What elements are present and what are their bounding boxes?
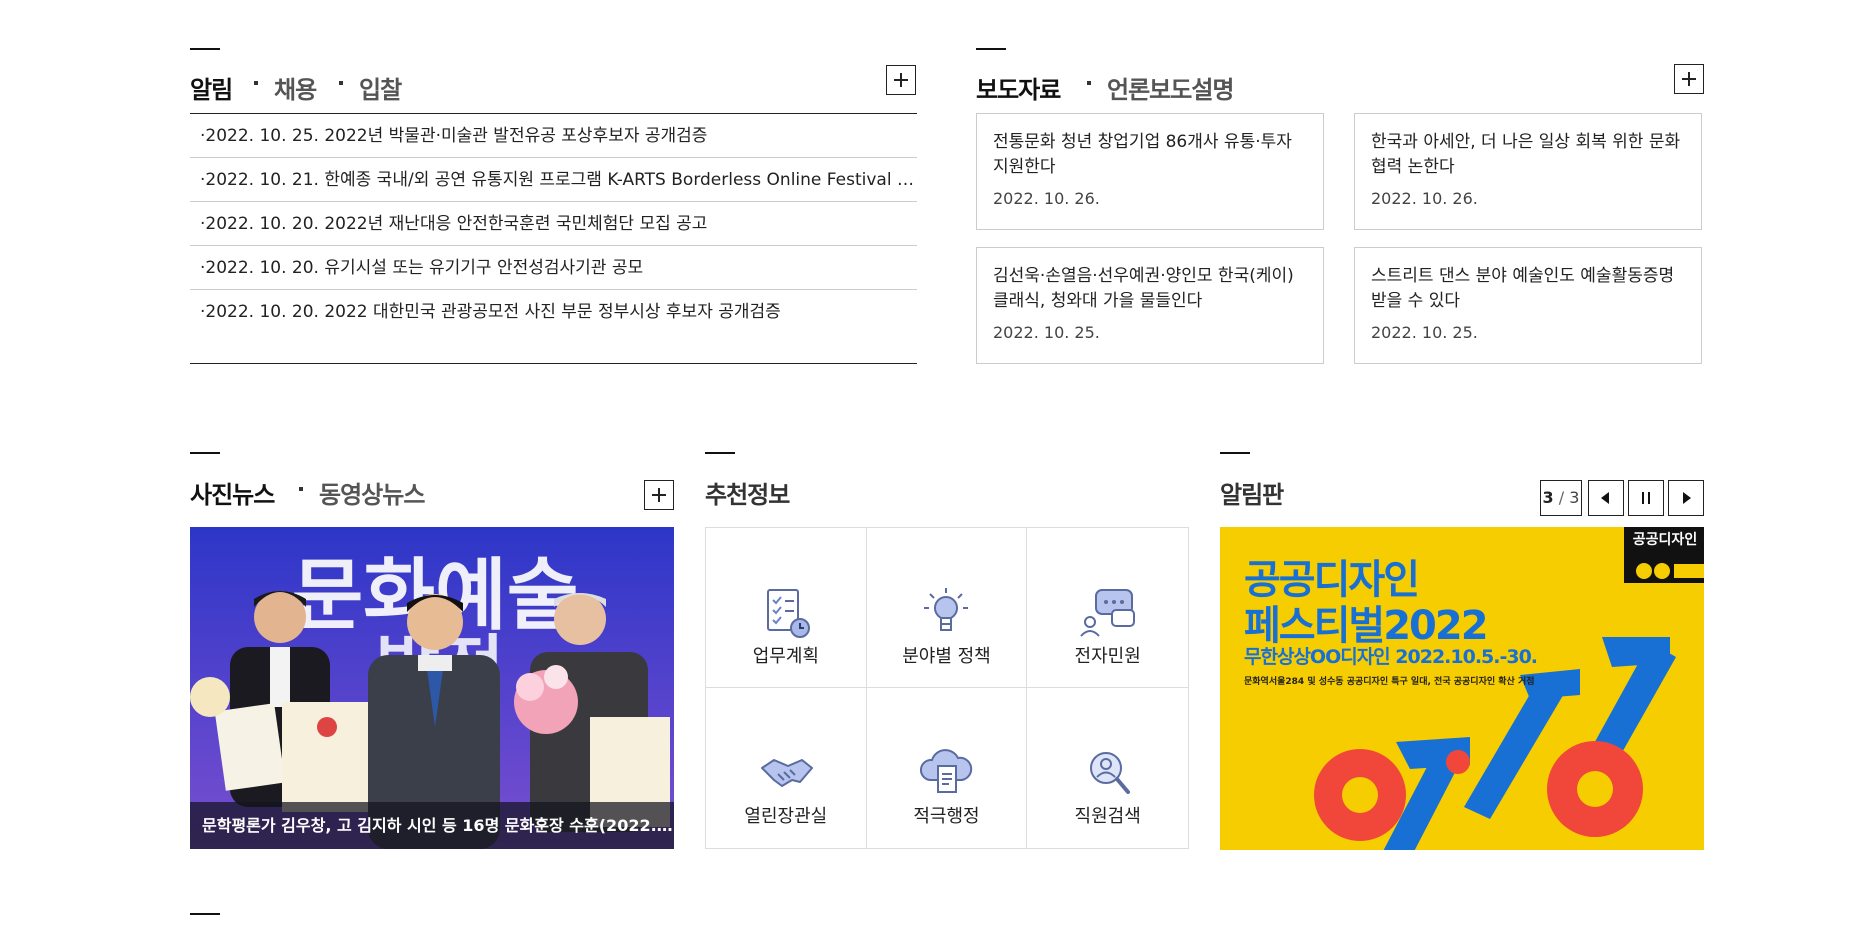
recommend-title: 추천정보	[705, 481, 790, 509]
pause-slide-button[interactable]	[1628, 480, 1664, 516]
tab-press-explanation[interactable]: 언론보도설명	[1107, 70, 1234, 105]
press-card-date: 2022. 10. 26.	[993, 189, 1100, 208]
press-card-title: 한국과 아세안, 더 나은 일상 회복 위한 문화협력 논한다	[1371, 132, 1681, 177]
recommend-item-label: 적극행정	[913, 806, 980, 827]
photo-more-button[interactable]	[644, 480, 674, 510]
press-more-button[interactable]	[1674, 64, 1704, 94]
cloud-document-icon	[920, 749, 973, 793]
notice-list: ·2022. 10. 25. 2022년 박물관·미술관 발전유공 포상후보자 …	[190, 113, 917, 364]
notice-item[interactable]: ·2022. 10. 21. 한예종 국내/외 공연 유통지원 프로그램 K-A…	[190, 158, 917, 202]
pause-icon	[1642, 492, 1650, 504]
board-title: 알림판	[1220, 481, 1284, 509]
recommend-item-staff-search[interactable]: 직원검색	[1027, 688, 1188, 848]
recommend-item-label: 분야별 정책	[902, 646, 991, 667]
press-card[interactable]: 스트리트 댄스 분야 예술인도 예술활동증명 받을 수 있다 2022. 10.…	[1354, 247, 1702, 364]
photo-news-image[interactable]: 문화예술 발전 문학평론가 김우창, 고 김지하 시인 등 16명 문화훈장 수…	[190, 527, 674, 849]
banner-detail: 문화역서울284 및 성수동 공공디자인 특구 일대, 전국 공공디자인 확산 …	[1244, 677, 1535, 687]
press-card-date: 2022. 10. 25.	[993, 323, 1100, 342]
notice-item[interactable]: ·2022. 10. 25. 2022년 박물관·미술관 발전유공 포상후보자 …	[190, 114, 917, 158]
slide-pager: 3 / 3	[1540, 480, 1582, 516]
triangle-left-icon	[1601, 492, 1609, 504]
tab-separator	[299, 487, 303, 491]
recommend-item-label: 업무계획	[752, 646, 819, 667]
lightbulb-icon	[924, 588, 969, 631]
recommend-item-proactive-admin[interactable]: 적극행정	[867, 688, 1028, 848]
notice-item[interactable]: ·2022. 10. 20. 2022 대한민국 관광공모전 사진 부문 정부시…	[190, 290, 917, 334]
handshake-icon	[760, 759, 813, 787]
notice-item[interactable]: ·2022. 10. 20. 유기시설 또는 유기기구 안전성검사기관 공모	[190, 246, 917, 290]
press-card-title: 스트리트 댄스 분야 예술인도 예술활동증명 받을 수 있다	[1371, 266, 1675, 311]
tab-separator	[1087, 81, 1091, 85]
photo-caption[interactable]: 문학평론가 김우창, 고 김지하 시인 등 16명 문화훈장 수훈(2022.1…	[190, 802, 674, 849]
tab-press-release[interactable]: 보도자료	[976, 70, 1061, 105]
checklist-clock-icon	[766, 589, 810, 638]
section-marker	[190, 913, 220, 915]
banner-subtitle: 무한상상OO디자인 2022.10.5.-30.	[1244, 646, 1538, 668]
recommend-item-label: 직원검색	[1074, 806, 1141, 827]
press-card-title: 김선욱·손열음·선우예권·양인모 한국(케이)클래식, 청와대 가을 물들인다	[993, 266, 1294, 311]
recommend-item-policy[interactable]: 분야별 정책	[866, 528, 1028, 688]
tab-recruit[interactable]: 채용	[274, 70, 317, 105]
recommend-item-label: 전자민원	[1074, 646, 1141, 667]
recommend-grid: 업무계획 분야별 정책 전자민원 열린장관실 적극행정 직원검색	[705, 527, 1189, 849]
section-marker	[705, 452, 735, 454]
tab-photo-news[interactable]: 사진뉴스	[190, 475, 275, 510]
award-ceremony-photo: 문화예술 발전	[190, 527, 674, 849]
tab-video-news[interactable]: 동영상뉴스	[319, 475, 425, 510]
chat-bubbles-icon	[1079, 589, 1135, 637]
triangle-right-icon	[1683, 492, 1691, 504]
press-card[interactable]: 한국과 아세안, 더 나은 일상 회복 위한 문화협력 논한다 2022. 10…	[1354, 113, 1702, 230]
tab-separator	[254, 81, 258, 85]
tab-notice[interactable]: 알림	[190, 70, 233, 105]
banner-logo-text: 공공디자인	[1632, 532, 1698, 548]
recommend-item-open-minister[interactable]: 열린장관실	[706, 688, 867, 848]
recommend-item-label: 열린장관실	[744, 806, 828, 827]
section-marker	[976, 48, 1006, 50]
tab-separator	[339, 81, 343, 85]
section-marker	[190, 48, 220, 50]
festival-banner[interactable]: 공공디자인 공공디자인 페스티벌2022 무한상상OO디자인 2022.10.5…	[1220, 527, 1704, 850]
person-search-icon	[1089, 752, 1130, 794]
recommend-item-work-plan[interactable]: 업무계획	[706, 528, 867, 688]
prev-slide-button[interactable]	[1588, 480, 1624, 516]
tab-bid[interactable]: 입찰	[359, 70, 402, 105]
press-card-title: 전통문화 청년 창업기업 86개사 유통·투자 지원한다	[993, 132, 1292, 177]
section-marker	[190, 452, 220, 454]
section-marker	[1220, 452, 1250, 454]
recommend-item-e-petition[interactable]: 전자민원	[1027, 528, 1188, 688]
notice-more-button[interactable]	[886, 65, 916, 95]
press-card[interactable]: 전통문화 청년 창업기업 86개사 유통·투자 지원한다 2022. 10. 2…	[976, 113, 1324, 230]
press-card-date: 2022. 10. 25.	[1371, 323, 1478, 342]
notice-item[interactable]: ·2022. 10. 20. 2022년 재난대응 안전한국훈련 국민체험단 모…	[190, 202, 917, 246]
press-card-date: 2022. 10. 26.	[1371, 189, 1478, 208]
next-slide-button[interactable]	[1668, 480, 1704, 516]
press-card[interactable]: 김선욱·손열음·선우예권·양인모 한국(케이)클래식, 청와대 가을 물들인다 …	[976, 247, 1324, 364]
